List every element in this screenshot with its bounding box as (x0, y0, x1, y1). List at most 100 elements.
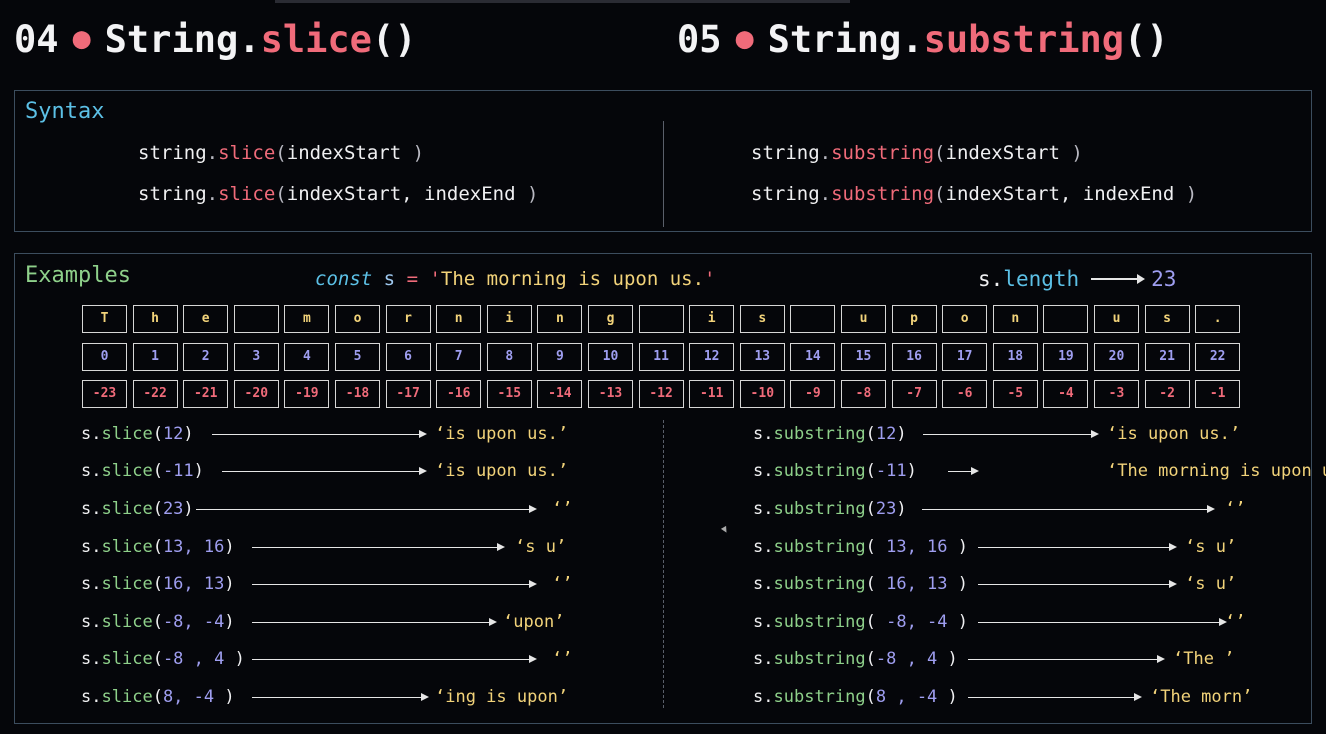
call-object: s (81, 612, 92, 632)
call-method: slice (101, 499, 153, 519)
index-cell: 20 (1094, 343, 1139, 371)
heading-parens: () (1124, 18, 1169, 61)
bullet-dot-icon: ● (735, 21, 754, 56)
const-quote-close: ' (704, 268, 716, 290)
index-cell: 11 (638, 343, 684, 371)
call-args: -11 (875, 461, 907, 481)
index-cell: 22 (1195, 343, 1241, 371)
bullet-dot-icon: ● (72, 21, 91, 56)
call-method: substring (773, 649, 866, 669)
syntax-panel: Syntax string.slice(indexStart ) string.… (14, 90, 1312, 232)
index-cell: -21 (183, 380, 229, 408)
code-args: indexStart, indexEnd (945, 183, 1175, 205)
index-cell: s (1144, 305, 1190, 333)
index-cell: s (739, 305, 785, 333)
code-paren: ) (401, 142, 425, 164)
index-cell: -5 (992, 380, 1038, 408)
call-args: 12 (875, 424, 897, 444)
call-object: s (81, 499, 92, 519)
index-cell: o (335, 305, 380, 333)
index-cell: 13 (739, 343, 785, 371)
length-value: 23 (1151, 267, 1177, 291)
code-object: string (138, 142, 207, 164)
index-cell: . (1195, 305, 1241, 333)
index-cell: -7 (891, 380, 937, 408)
code-object: string (751, 183, 820, 205)
call-object: s (753, 424, 764, 444)
code-args: indexStart (945, 142, 1060, 164)
call-paren: ( (865, 687, 876, 707)
call-object: s (753, 499, 764, 519)
result-arrow-icon (252, 543, 505, 551)
call-args: 13, 16 (162, 537, 225, 557)
call-paren: ( (152, 574, 163, 594)
heading-method: slice (260, 18, 372, 61)
code-dot: . (819, 183, 832, 205)
result-arrow-icon (948, 467, 979, 475)
example-result: ‘’ (552, 574, 573, 594)
index-cell: -2 (1144, 380, 1190, 408)
call-dot: . (763, 612, 774, 632)
call-method: slice (101, 612, 153, 632)
call-object: s (753, 574, 764, 594)
example-result: ‘upon’ (503, 612, 565, 632)
index-cell: 19 (1043, 343, 1089, 371)
call-paren: ) (896, 424, 907, 444)
code-paren: ( (934, 142, 946, 164)
call-object: s (753, 461, 764, 481)
call-paren: ) (193, 461, 204, 481)
index-cell: 8 (486, 343, 532, 371)
index-cell: -6 (942, 380, 988, 408)
example-result: ‘’ (1225, 499, 1246, 519)
call-paren: ) (183, 424, 194, 444)
length-property: length (1003, 267, 1080, 291)
code-args: indexStart, indexEnd (286, 183, 516, 205)
index-cell (233, 305, 279, 333)
const-quote-open: ' (429, 268, 441, 290)
call-method: substring (773, 461, 866, 481)
index-cell: 2 (183, 343, 229, 371)
call-dot: . (91, 687, 102, 707)
call-dot: . (763, 574, 774, 594)
heading-method: substring (923, 18, 1125, 61)
call-dot: . (91, 461, 102, 481)
index-cell: 4 (284, 343, 330, 371)
const-variable: s (383, 268, 396, 290)
code-object: string (751, 142, 820, 164)
heading-number: 04 (14, 18, 59, 61)
call-paren: ) (224, 649, 245, 669)
code-paren: ( (275, 142, 287, 164)
call-args: -8, -4 (886, 612, 948, 632)
call-method: slice (101, 649, 153, 669)
example-call: s.substring(-8 , 4 ) (753, 647, 958, 671)
call-paren: ( (152, 687, 163, 707)
call-object: s (81, 537, 92, 557)
length-object: s. (978, 267, 1004, 291)
call-object: s (81, 687, 92, 707)
index-cell: -14 (537, 380, 583, 408)
call-method: substring (773, 424, 866, 444)
call-dot: . (763, 461, 774, 481)
call-paren: ( (152, 461, 163, 481)
call-args: 23 (875, 499, 897, 519)
syntax-divider (663, 121, 664, 227)
call-args: 8, -4 (162, 687, 215, 707)
call-args: 13, 16 (886, 537, 948, 557)
call-paren: ( (865, 649, 876, 669)
code-paren: ) (515, 183, 539, 205)
example-call: s.slice(23) (81, 497, 194, 521)
result-arrow-icon (978, 580, 1177, 588)
examples-panel: Examples const s = 'The morning is upon … (14, 253, 1326, 724)
example-result: ‘s u’ (515, 537, 567, 557)
call-paren: ( (865, 537, 887, 557)
call-object: s (753, 612, 764, 632)
call-dot: . (91, 649, 102, 669)
heading-number: 05 (677, 18, 722, 61)
call-paren: ( (865, 424, 876, 444)
slice-syntax-line-2: string.slice(indexStart, indexEnd ) (138, 183, 538, 205)
index-cell: n (436, 305, 482, 333)
example-call: s.substring( 13, 16 ) (753, 535, 968, 559)
substring-syntax-line-2: string.substring(indexStart, indexEnd ) (751, 183, 1197, 205)
call-paren: ) (937, 687, 958, 707)
code-method: slice (218, 183, 276, 205)
